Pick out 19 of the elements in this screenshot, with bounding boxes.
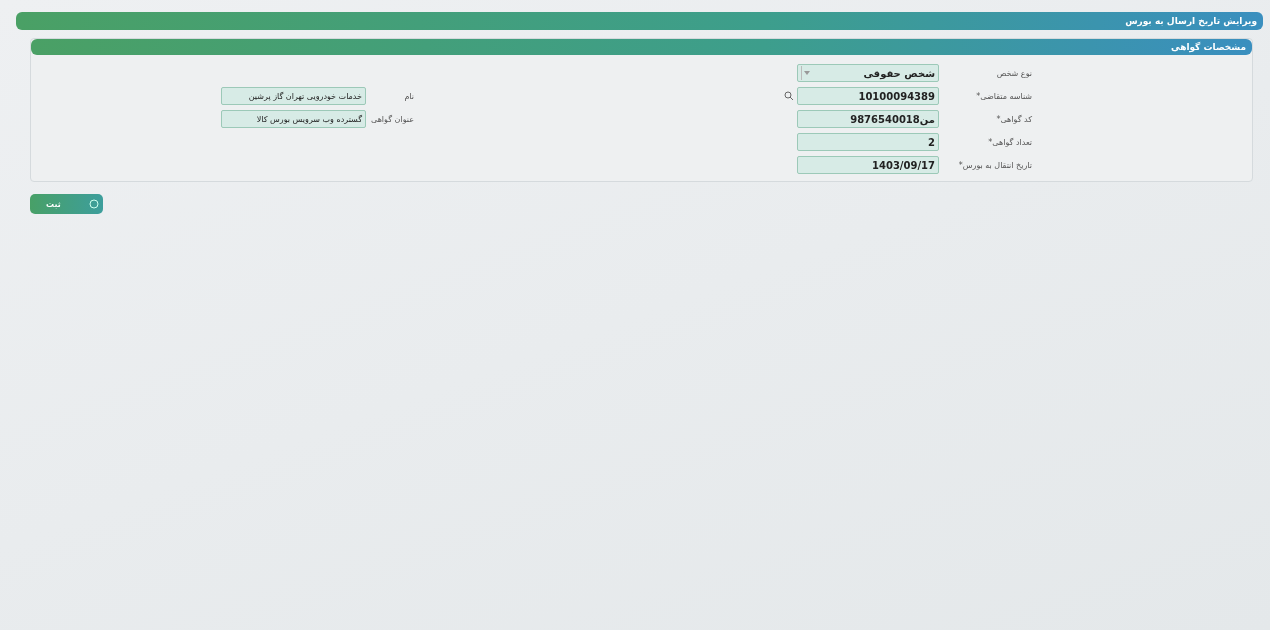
- dropdown[interactable]: شخص حقوقی: [797, 64, 939, 82]
- input-field[interactable]: 10100094389: [797, 87, 939, 105]
- search-icon[interactable]: [784, 91, 794, 101]
- field-label: عنوان گواهی: [370, 114, 414, 124]
- caret-icon: [801, 66, 812, 80]
- field-label: شناسه متقاضی*: [975, 91, 1032, 101]
- input-field[interactable]: 2: [797, 133, 939, 151]
- field-label: تاریخ انتقال به بورس*: [957, 160, 1032, 170]
- input-field[interactable]: گسترده وب سرویس بورس کالا: [221, 110, 366, 128]
- input-field[interactable]: من9876540018: [797, 110, 939, 128]
- page-title: ویرایش تاریخ ارسال به بورس: [16, 12, 1263, 30]
- field-label: نام: [403, 91, 414, 101]
- field-label: تعداد گواهی*: [987, 137, 1032, 147]
- circle-icon: [89, 199, 99, 209]
- field-label: کد گواهی*: [995, 114, 1032, 124]
- input-field[interactable]: 1403/09/17: [797, 156, 939, 174]
- field-label: نوع شخص: [995, 68, 1032, 78]
- input-field[interactable]: خدمات خودرویی تهران گاز پرشین: [221, 87, 366, 105]
- panel-title: مشخصات گواهی: [31, 39, 1252, 55]
